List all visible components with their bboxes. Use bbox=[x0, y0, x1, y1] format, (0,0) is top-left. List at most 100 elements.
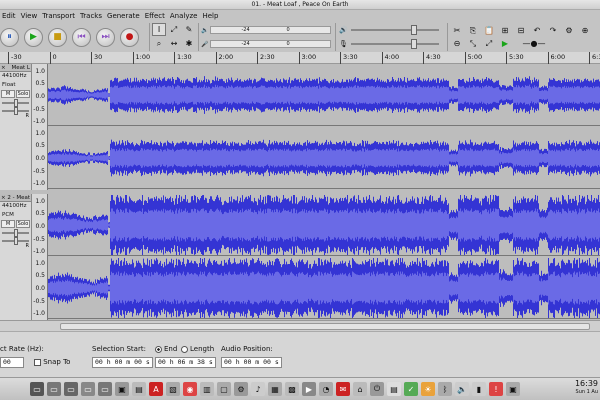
snap-to-checkbox[interactable]: Snap To bbox=[34, 358, 70, 366]
image-icon[interactable]: ▧ bbox=[166, 382, 180, 396]
selection-tool-icon[interactable]: I bbox=[152, 23, 166, 36]
menu-view[interactable]: View bbox=[21, 10, 38, 23]
speed-slider[interactable]: —●— bbox=[514, 38, 554, 49]
zoom-tool-icon[interactable]: ⌕ bbox=[152, 37, 166, 50]
slider-thumb[interactable] bbox=[14, 99, 18, 107]
power-icon[interactable]: ⏻ bbox=[370, 382, 384, 396]
menu-analyze[interactable]: Analyze bbox=[170, 10, 198, 23]
zoom-out-icon[interactable]: ⊖ bbox=[450, 38, 464, 49]
archive-icon[interactable]: ▦ bbox=[268, 382, 282, 396]
selection-end-field[interactable]: 00 h 06 m 38 s bbox=[155, 357, 216, 368]
waveform-left[interactable] bbox=[48, 64, 600, 126]
menu-edit[interactable]: Edit bbox=[2, 10, 16, 23]
stop-button[interactable]: ■ bbox=[48, 27, 67, 47]
window-icon[interactable]: ▭ bbox=[81, 382, 95, 396]
skip-end-button[interactable]: ⏭ bbox=[96, 27, 115, 47]
scrollbar-thumb[interactable] bbox=[60, 323, 590, 330]
silence-icon[interactable]: ⊟ bbox=[514, 25, 528, 36]
slider-thumb[interactable] bbox=[14, 107, 18, 115]
end-radio[interactable]: End bbox=[155, 345, 177, 353]
fit-project-icon[interactable]: ⤢ bbox=[482, 38, 496, 49]
trim-icon[interactable]: ⊞ bbox=[498, 25, 512, 36]
audio-icon[interactable]: ♪ bbox=[251, 382, 265, 396]
gain-slider[interactable] bbox=[2, 99, 29, 107]
volume-icon[interactable]: 🔈 bbox=[455, 382, 469, 396]
menu-tracks[interactable]: Tracks bbox=[80, 10, 102, 23]
pdf-icon[interactable]: A bbox=[149, 382, 163, 396]
redo-icon[interactable]: ↷ bbox=[546, 25, 560, 36]
close-icon[interactable]: × bbox=[1, 195, 6, 201]
copy-icon[interactable]: ⎘ bbox=[466, 25, 480, 36]
slider-thumb[interactable] bbox=[14, 237, 18, 245]
timeshift-tool-icon[interactable]: ↔ bbox=[167, 37, 181, 50]
fit-selection-icon[interactable]: ⤡ bbox=[466, 38, 480, 49]
mute-button[interactable]: M bbox=[1, 220, 15, 228]
multi-tool-icon[interactable]: ✱ bbox=[182, 37, 196, 50]
length-radio[interactable]: Length bbox=[181, 345, 214, 353]
zoom-in-icon[interactable]: ⊕ bbox=[578, 25, 592, 36]
pause-button[interactable]: ⏸ bbox=[0, 27, 19, 47]
waveform-right[interactable] bbox=[48, 257, 600, 319]
network-icon[interactable]: ⌂ bbox=[353, 382, 367, 396]
pan-slider[interactable] bbox=[2, 107, 29, 115]
text-editor-icon[interactable]: ▤ bbox=[132, 382, 146, 396]
timeline-ruler[interactable]: -30 0 30 1:00 1:30 2:00 2:30 3:00 3:30 4:00 4:30 5:… bbox=[0, 52, 600, 64]
track-name-menu[interactable]: × Meat L bbox=[0, 64, 31, 72]
update-icon[interactable]: ! bbox=[489, 382, 503, 396]
clipboard-icon[interactable]: ▣ bbox=[506, 382, 520, 396]
monitor-icon[interactable]: ▢ bbox=[217, 382, 231, 396]
waveform-right[interactable] bbox=[48, 127, 600, 189]
browser-icon[interactable]: ◉ bbox=[183, 382, 197, 396]
output-volume-slider[interactable]: 🔊 bbox=[339, 24, 439, 36]
terminal-icon[interactable]: ▣ bbox=[115, 382, 129, 396]
input-volume-slider[interactable]: 🎙 bbox=[339, 38, 439, 50]
window-icon[interactable]: ▭ bbox=[64, 382, 78, 396]
battery-icon[interactable]: ▮ bbox=[472, 382, 486, 396]
pan-slider[interactable] bbox=[2, 237, 29, 245]
horizontal-scrollbar[interactable] bbox=[0, 320, 600, 331]
slider-thumb[interactable] bbox=[410, 25, 417, 35]
desktop-icon[interactable]: ▭ bbox=[30, 382, 44, 396]
waveform-left[interactable] bbox=[48, 194, 600, 256]
slider-thumb[interactable] bbox=[410, 39, 417, 49]
settings-icon[interactable]: ⚙ bbox=[234, 382, 248, 396]
paste-icon[interactable]: 📋 bbox=[482, 25, 496, 36]
gain-slider[interactable] bbox=[2, 229, 29, 237]
close-icon[interactable]: × bbox=[1, 65, 6, 71]
window-icon[interactable]: ▭ bbox=[98, 382, 112, 396]
menu-generate[interactable]: Generate bbox=[107, 10, 140, 23]
record-button[interactable]: ● bbox=[120, 27, 139, 47]
menu-transport[interactable]: Transport bbox=[42, 10, 75, 23]
calculator-icon[interactable]: ▩ bbox=[285, 382, 299, 396]
sync-lock-icon[interactable]: ⚙ bbox=[562, 25, 576, 36]
track-name-menu[interactable]: × 2 - Meat bbox=[0, 194, 31, 202]
tray-app-icon[interactable]: ☀ bbox=[421, 382, 435, 396]
mute-button[interactable]: M bbox=[1, 90, 15, 98]
playback-meter[interactable]: 🔈 -24 0 bbox=[201, 24, 331, 36]
envelope-tool-icon[interactable]: ⤢ bbox=[167, 23, 181, 36]
cut-icon[interactable]: ✂ bbox=[450, 25, 464, 36]
solo-button[interactable]: Solo bbox=[16, 220, 30, 228]
undo-icon[interactable]: ↶ bbox=[530, 25, 544, 36]
menu-help[interactable]: Help bbox=[202, 10, 218, 23]
draw-tool-icon[interactable]: ✎ bbox=[182, 23, 196, 36]
audio-position-field[interactable]: 00 h 00 m 00 s bbox=[221, 357, 282, 368]
clock[interactable]: 16:39 Sun 1 Au bbox=[575, 379, 598, 397]
selection-start-field[interactable]: 00 h 00 m 00 s bbox=[92, 357, 153, 368]
folder-icon[interactable]: ▥ bbox=[200, 382, 214, 396]
bluetooth-icon[interactable]: ᛒ bbox=[438, 382, 452, 396]
menu-effect[interactable]: Effect bbox=[145, 10, 165, 23]
project-rate-select[interactable]: 00 bbox=[0, 357, 24, 368]
window-icon[interactable]: ▭ bbox=[47, 382, 61, 396]
skip-start-button[interactable]: ⏮ bbox=[72, 27, 91, 47]
document-icon[interactable]: ▤ bbox=[387, 382, 401, 396]
record-meter[interactable]: 🎤 -24 0 bbox=[201, 38, 331, 50]
network-status-icon[interactable]: ✓ bbox=[404, 382, 418, 396]
chat-icon[interactable]: ◔ bbox=[319, 382, 333, 396]
play-at-speed-icon[interactable]: ▶ bbox=[498, 38, 512, 49]
media-icon[interactable]: ▶ bbox=[302, 382, 316, 396]
solo-button[interactable]: Solo bbox=[16, 90, 30, 98]
slider-thumb[interactable] bbox=[14, 229, 18, 237]
play-button[interactable]: ▶ bbox=[24, 27, 43, 47]
mail-icon[interactable]: ✉ bbox=[336, 382, 350, 396]
